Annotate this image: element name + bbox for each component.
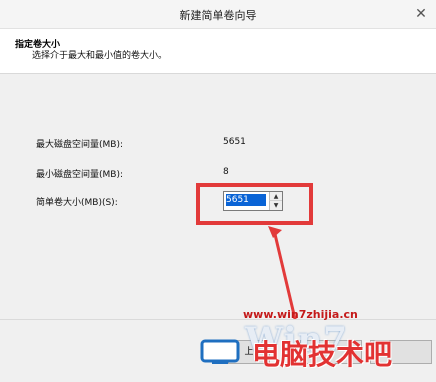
tv-logo-icon xyxy=(200,339,240,364)
watermark-text: 电脑技术吧 xyxy=(252,338,393,371)
